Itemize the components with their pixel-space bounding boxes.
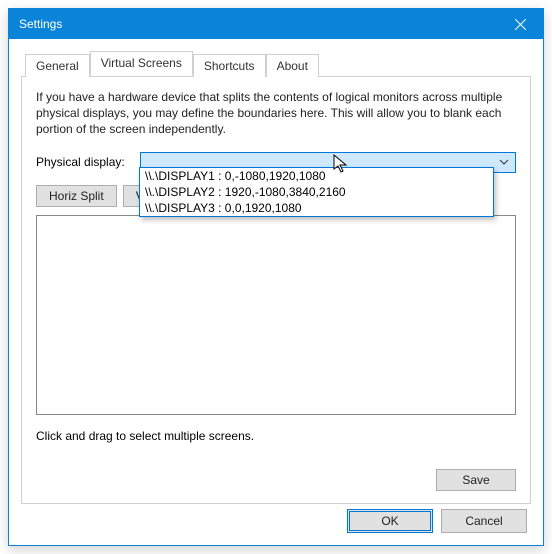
selection-hint: Click and drag to select multiple screen… [36, 429, 516, 443]
tab-panel-virtual-screens: If you have a hardware device that split… [21, 76, 531, 504]
display-option-1[interactable]: \\.\DISPLAY1 : 0,-1080,1920,1080 [140, 168, 493, 184]
settings-window: Settings General Virtual Screens Shortcu… [8, 8, 544, 546]
client-area: General Virtual Screens Shortcuts About … [9, 39, 543, 545]
titlebar: Settings [9, 9, 543, 39]
dialog-buttons: OK Cancel [347, 509, 527, 533]
tab-strip: General Virtual Screens Shortcuts About [25, 51, 531, 76]
panel-description: If you have a hardware device that split… [36, 89, 516, 138]
tab-virtual-screens[interactable]: Virtual Screens [90, 51, 193, 76]
tab-shortcuts[interactable]: Shortcuts [193, 54, 266, 77]
save-button[interactable]: Save [436, 469, 516, 491]
close-button[interactable] [497, 9, 543, 39]
chevron-down-icon [499, 156, 511, 168]
close-icon [515, 19, 526, 30]
save-row: Save [436, 469, 516, 491]
physical-display-dropdown[interactable]: \\.\DISPLAY1 : 0,-1080,1920,1080 \\.\DIS… [139, 167, 494, 217]
tab-general[interactable]: General [25, 54, 90, 77]
physical-display-label: Physical display: [36, 155, 140, 169]
window-title: Settings [19, 17, 497, 31]
cancel-button[interactable]: Cancel [441, 509, 527, 533]
horiz-split-button[interactable]: Horiz Split [36, 185, 117, 207]
screen-selection-canvas[interactable] [36, 215, 516, 415]
display-option-2[interactable]: \\.\DISPLAY2 : 1920,-1080,3840,2160 [140, 184, 493, 200]
ok-button[interactable]: OK [347, 509, 433, 533]
display-option-3[interactable]: \\.\DISPLAY3 : 0,0,1920,1080 [140, 200, 493, 216]
tab-about[interactable]: About [266, 54, 319, 77]
